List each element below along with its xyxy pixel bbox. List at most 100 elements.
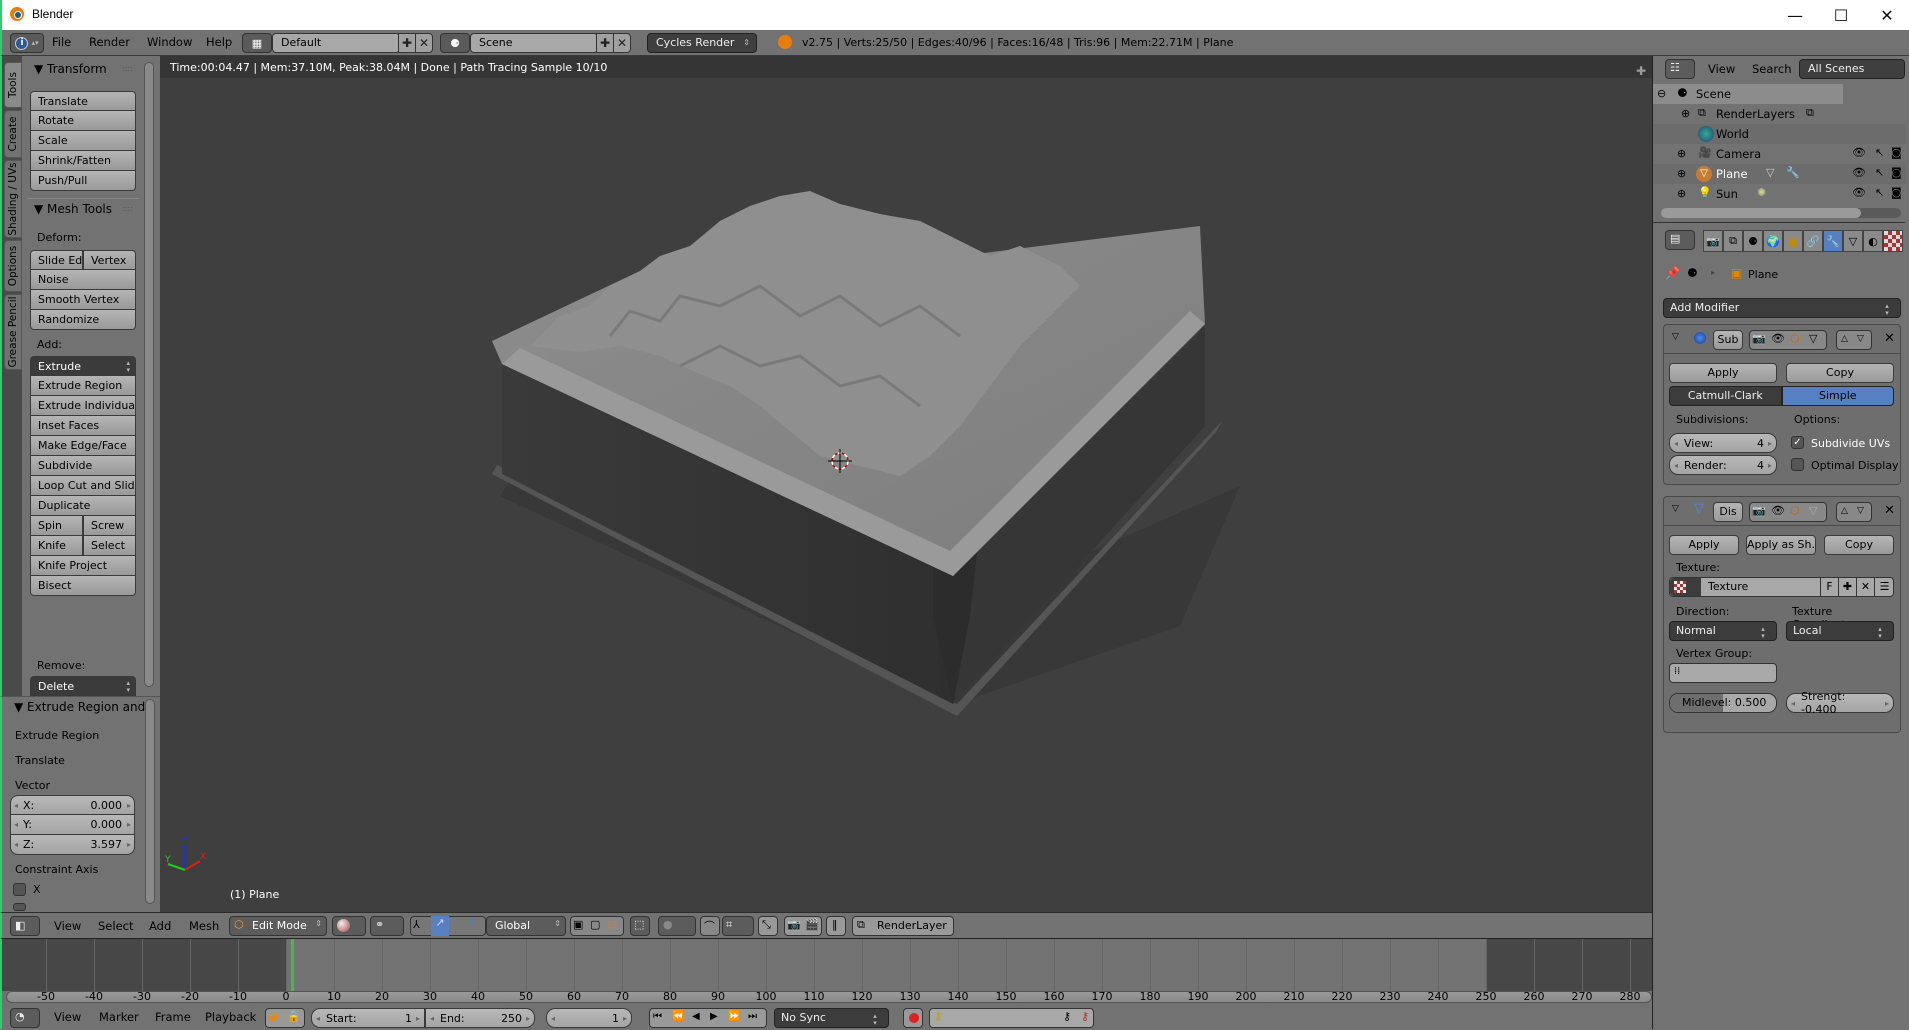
- remove-modifier-icon[interactable]: ✕: [1884, 331, 1895, 346]
- tab-grease-pencil[interactable]: Grease Pencil: [4, 294, 22, 370]
- menu-select[interactable]: Select: [98, 919, 133, 933]
- editmode-toggle-icon[interactable]: ⬡: [1790, 504, 1800, 517]
- menu-mesh[interactable]: Mesh: [189, 919, 219, 933]
- layers-icon[interactable]: ‖: [826, 916, 846, 936]
- sync-mode-dropdown[interactable]: No Sync: [774, 1008, 889, 1028]
- add-scene-button[interactable]: ✚: [596, 33, 614, 53]
- menu-add[interactable]: Add: [149, 919, 171, 933]
- delete-scene-button[interactable]: ✕: [613, 33, 631, 53]
- tab-tools[interactable]: Tools: [4, 62, 22, 108]
- play-reverse-icon[interactable]: ◀: [692, 1011, 700, 1022]
- drag-handle-icon[interactable]: ::::: [122, 64, 133, 73]
- drag-handle-icon[interactable]: ::::: [122, 204, 133, 213]
- minimize-button[interactable]: —: [1772, 0, 1818, 30]
- jump-end-icon[interactable]: ⏭: [748, 1011, 757, 1022]
- snap-toggle-icon[interactable]: ⌒: [700, 916, 720, 936]
- expand-icon[interactable]: ⊕: [1677, 147, 1686, 160]
- inset-faces-button[interactable]: Inset Faces: [30, 416, 136, 436]
- subdivide-button[interactable]: Subdivide: [30, 456, 136, 476]
- menu-render[interactable]: Render: [89, 35, 130, 49]
- outliner-h-scrollbar[interactable]: [1661, 208, 1861, 218]
- renderable-camera-icon[interactable]: ◙: [1891, 186, 1902, 199]
- transform-panel-header[interactable]: ▼ Transform: [34, 62, 107, 76]
- apply-as-shape-button[interactable]: Apply as Sh...: [1746, 535, 1816, 555]
- bisect-button[interactable]: Bisect: [30, 576, 136, 596]
- direction-dropdown[interactable]: Normal: [1669, 621, 1777, 641]
- tab-shading-uvs[interactable]: Shading / UVs: [4, 160, 22, 238]
- editmode-toggle-icon[interactable]: ⬡: [1790, 332, 1800, 345]
- subsurf-copy-button[interactable]: Copy: [1786, 363, 1894, 383]
- add-screen-button[interactable]: ✚: [398, 33, 416, 53]
- subsurf-render-levels-field[interactable]: Render: 4: [1669, 455, 1777, 475]
- cage-toggle-icon[interactable]: ▽: [1809, 504, 1817, 517]
- knife-project-button[interactable]: Knife Project: [30, 556, 136, 576]
- tab-data[interactable]: ▽: [1843, 230, 1863, 252]
- current-frame-marker[interactable]: [290, 939, 294, 991]
- menu-view[interactable]: View: [54, 919, 81, 933]
- extrude-dropdown[interactable]: Extrude ▴ ▾: [30, 356, 136, 376]
- realtime-toggle-icon[interactable]: 👁: [1771, 504, 1785, 517]
- screen-layout-icon[interactable]: ▦: [242, 33, 272, 53]
- shrink-fatten-button[interactable]: Shrink/Fatten: [30, 151, 136, 171]
- collapse-icon[interactable]: ⊖: [1657, 87, 1666, 100]
- expand-icon[interactable]: ⊕: [1677, 187, 1686, 200]
- menu-help[interactable]: Help: [206, 35, 232, 49]
- subsurf-view-levels-field[interactable]: View: 4: [1669, 433, 1777, 453]
- scene-icon[interactable]: ⚈: [440, 33, 470, 53]
- editor-type-properties-button[interactable]: ▤: [1665, 230, 1695, 250]
- randomize-button[interactable]: Randomize: [30, 310, 136, 330]
- face-select-icon[interactable]: ▤: [607, 918, 617, 931]
- subsurf-apply-button[interactable]: Apply: [1669, 363, 1777, 383]
- tab-texture[interactable]: [1883, 230, 1903, 252]
- timeline-menu-view[interactable]: View: [54, 1010, 81, 1024]
- make-edge-face-button[interactable]: Make Edge/Face: [30, 436, 136, 456]
- rotate-manipulator-icon[interactable]: ◜: [451, 918, 455, 931]
- transform-orientation-dropdown[interactable]: Global ⇕: [486, 916, 566, 936]
- render-engine-dropdown[interactable]: Cycles Render ⇕: [647, 33, 757, 53]
- subdivide-uvs-checkbox[interactable]: ✓: [1791, 436, 1804, 449]
- knife-button[interactable]: Knife: [30, 536, 83, 556]
- remove-modifier-icon[interactable]: ✕: [1884, 503, 1895, 518]
- tab-world[interactable]: 🌍: [1763, 230, 1783, 252]
- selectable-cursor-icon[interactable]: ↖: [1875, 186, 1884, 199]
- spin-button[interactable]: Spin: [30, 516, 83, 536]
- outliner-menu-search[interactable]: Search: [1752, 62, 1792, 76]
- timeline-menu-marker[interactable]: Marker: [99, 1010, 139, 1024]
- smooth-vertex-button[interactable]: Smooth Vertex: [30, 290, 136, 310]
- viewport-shading-dropdown[interactable]: [332, 916, 366, 936]
- strength-field[interactable]: Strengt: -0.400: [1786, 690, 1894, 716]
- jump-keyframe-forward-icon[interactable]: ⏩: [728, 1011, 740, 1022]
- translate-manipulator-icon[interactable]: ↗: [431, 916, 449, 936]
- outliner-item-camera[interactable]: ⊕ 🎥 Camera 👁 ↖ ◙: [1653, 144, 1906, 164]
- vertex-select-icon[interactable]: ▣: [573, 918, 583, 931]
- knife-select-button[interactable]: Select: [83, 536, 136, 556]
- mesh-tools-panel-header[interactable]: ▼ Mesh Tools: [34, 202, 112, 216]
- 3d-viewport[interactable]: Time:00:04.47 | Mem:37.10M, Peak:38.04M …: [160, 56, 1652, 912]
- expand-icon[interactable]: ⊕: [1681, 107, 1690, 120]
- collapse-triangle-icon[interactable]: ▽: [1672, 504, 1679, 514]
- mode-dropdown[interactable]: ⬡ Edit Mode ⇕: [229, 916, 327, 936]
- render-layer-field[interactable]: ⧉ RenderLayer: [852, 916, 954, 936]
- push-pull-button[interactable]: Push/Pull: [30, 171, 136, 191]
- info-editor-type-button[interactable]: i ▴▾: [10, 33, 44, 53]
- jump-start-icon[interactable]: ⏮: [653, 1011, 662, 1022]
- jump-keyframe-back-icon[interactable]: ⏪: [672, 1011, 684, 1022]
- fake-user-button[interactable]: F: [1820, 578, 1838, 596]
- vector-y-field[interactable]: Y: 0.000: [10, 815, 135, 835]
- tab-create[interactable]: Create: [4, 110, 22, 158]
- delete-screen-button[interactable]: ✕: [415, 33, 433, 53]
- manipulator-toggle-icon[interactable]: ⅄: [413, 918, 420, 931]
- opengl-render-icon[interactable]: 📷: [787, 918, 801, 931]
- vector-x-field[interactable]: X: 0.000: [10, 795, 135, 815]
- selectable-cursor-icon[interactable]: ↖: [1875, 166, 1884, 179]
- menu-file[interactable]: File: [52, 35, 71, 49]
- outliner-menu-view[interactable]: View: [1708, 62, 1735, 76]
- texture-coordinates-dropdown[interactable]: Local: [1786, 621, 1894, 641]
- slide-edge-button[interactable]: Slide Ed: [30, 250, 83, 270]
- tab-modifiers[interactable]: 🔧: [1823, 230, 1843, 252]
- editor-type-timeline-button[interactable]: ◔: [10, 1008, 40, 1028]
- current-frame-field[interactable]: 1: [546, 1008, 632, 1028]
- optimal-display-checkbox[interactable]: [1791, 458, 1804, 471]
- selectable-cursor-icon[interactable]: ↖: [1875, 146, 1884, 159]
- simple-option[interactable]: Simple: [1781, 386, 1894, 406]
